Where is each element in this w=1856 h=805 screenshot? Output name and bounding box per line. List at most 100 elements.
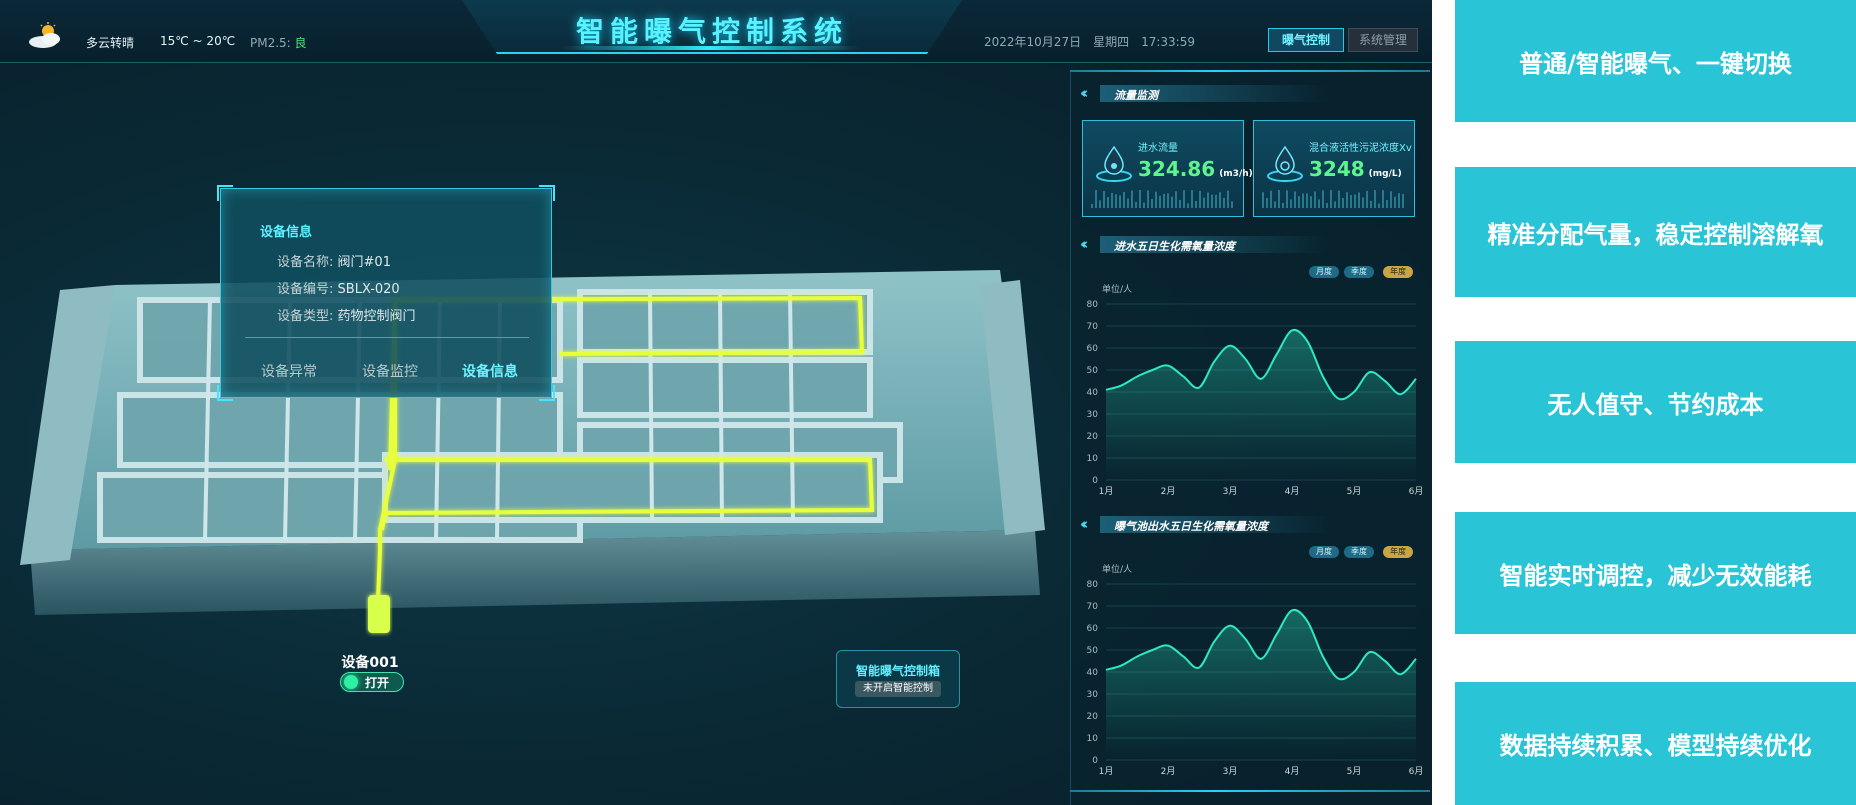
section-title: 曝气池出水五日生化需氧量浓度	[1114, 520, 1268, 533]
decor-bar	[1298, 196, 1300, 208]
control-box-status: 未开启智能控制	[855, 681, 941, 697]
feature-text: 无人值守、节约成本	[1547, 390, 1764, 419]
y-tick-label: 10	[1087, 734, 1099, 744]
x-tick-label: 2月	[1161, 766, 1176, 777]
tab-system-management[interactable]: 系统管理	[1348, 28, 1418, 52]
x-tick-label: 6月	[1409, 766, 1424, 777]
section-title: 流量监测	[1114, 89, 1158, 102]
decor-bar	[1227, 190, 1229, 208]
feature-card: 智能实时调控，减少无效能耗	[1455, 512, 1856, 634]
decor-bar	[1131, 190, 1133, 208]
decor-bar	[1135, 201, 1137, 208]
y-tick-label: 40	[1087, 668, 1099, 678]
decor-bar	[1330, 190, 1332, 208]
decor-bar	[1350, 194, 1352, 208]
tab-device-anomaly[interactable]: 设备异常	[261, 361, 317, 381]
decor-bar	[1322, 190, 1324, 208]
decor-bar	[1171, 196, 1173, 208]
decor-bar	[1163, 193, 1165, 208]
x-tick-label: 5月	[1347, 486, 1362, 497]
flow-value: 324.86 (m3/h)	[1138, 157, 1253, 181]
y-tick-label: 0	[1092, 756, 1098, 766]
decor-bar	[1195, 200, 1197, 208]
pm25-value: 良	[294, 36, 307, 50]
switch-label: 打开	[365, 676, 390, 690]
aeration-control-box[interactable]: 智能曝气控制箱 未开启智能控制	[836, 650, 960, 708]
popup-corner	[539, 185, 555, 201]
decor-bar	[1402, 193, 1404, 208]
decor-bar	[1362, 197, 1364, 208]
weather-text: 多云转晴	[86, 36, 135, 50]
device-switch-toggle[interactable]: 打开	[340, 672, 404, 692]
info-value: SBLX-020	[337, 282, 400, 297]
flow-label: 进水流量	[1138, 143, 1178, 154]
decor-bar	[1386, 199, 1388, 208]
decor-bar	[1310, 196, 1312, 208]
decor-bar	[1155, 191, 1157, 208]
decor-bar	[1143, 202, 1145, 208]
decor-bar	[1306, 193, 1308, 208]
info-value: 阀门#01	[337, 255, 391, 270]
decor-bar	[1147, 190, 1149, 208]
flow-label: 混合液活性污泥浓度Xv	[1309, 143, 1412, 154]
decor-bar	[1203, 197, 1205, 208]
decor-bar	[1274, 201, 1276, 208]
decor-bar	[1115, 194, 1117, 208]
decor-bar	[1107, 197, 1109, 208]
y-tick-label: 50	[1087, 646, 1099, 656]
info-label: 设备编号:	[277, 282, 334, 297]
decor-bar	[1334, 201, 1336, 208]
decor-bar	[1151, 198, 1153, 208]
y-tick-label: 10	[1087, 454, 1099, 464]
datetime: 2022年10月27日 星期四 17:33:59	[984, 35, 1195, 49]
x-tick-label: 4月	[1285, 486, 1300, 497]
decor-bar	[1358, 192, 1360, 208]
y-tick-label: 0	[1092, 476, 1098, 486]
y-tick-label: 50	[1087, 366, 1099, 376]
decor-bar	[1099, 200, 1101, 208]
page-title: 智能曝气控制系统	[575, 15, 848, 48]
x-tick-label: 1月	[1099, 766, 1114, 777]
flow-card-mlvss: 混合液活性污泥浓度Xv 3248 (mg/L)	[1253, 120, 1415, 217]
tab-device-info[interactable]: 设备信息	[462, 361, 518, 381]
temperature-text: 15℃ ~ 20℃	[160, 34, 236, 48]
x-tick-label: 6月	[1409, 486, 1424, 497]
decor-bar	[1266, 198, 1268, 208]
x-tick-label: 1月	[1099, 486, 1114, 497]
decor-bar	[1123, 191, 1125, 208]
popup-corner	[217, 185, 233, 201]
sludge-concentration-icon	[1267, 145, 1303, 182]
y-tick-label: 30	[1087, 690, 1099, 700]
decor-bar	[1294, 191, 1296, 208]
decor-bar	[1370, 200, 1372, 208]
section-title: 进水五日生化需氧量浓度	[1114, 240, 1235, 253]
y-axis-label: 单位/人	[1102, 563, 1132, 575]
flow-bars-decor	[1262, 190, 1404, 208]
tab-aeration-control[interactable]: 曝气控制	[1268, 28, 1344, 52]
decor-bar	[1199, 190, 1201, 208]
decor-bar	[1314, 191, 1316, 208]
decor-bar	[1394, 196, 1396, 208]
tab-device-monitor[interactable]: 设备监控	[362, 361, 418, 381]
feature-card: 普通/智能曝气、一键切换	[1455, 0, 1856, 122]
pm25-label: PM2.5: 良	[250, 34, 307, 51]
decor-bar	[1187, 203, 1189, 208]
dashboard: 智能曝气控制系统 多云转晴 15℃ ~ 20℃ PM2.5: 良 2022年10…	[0, 0, 1432, 805]
decor-bar	[1262, 192, 1264, 208]
decor-bar	[1179, 199, 1181, 208]
panel-bottom-line	[1070, 790, 1430, 792]
decor-bar	[1127, 198, 1129, 208]
y-tick-label: 60	[1087, 624, 1099, 634]
x-tick-label: 2月	[1161, 486, 1176, 497]
info-label: 设备名称:	[277, 255, 334, 270]
decor-bar	[1139, 190, 1141, 208]
series-area	[1106, 609, 1416, 760]
decor-bar	[1398, 193, 1400, 208]
x-tick-label: 3月	[1223, 766, 1238, 777]
feature-text: 普通/智能曝气、一键切换	[1519, 49, 1792, 78]
decor-bar	[1282, 202, 1284, 208]
decor-bar	[1354, 194, 1356, 208]
decor-bar	[1278, 190, 1280, 208]
section-effluent-bod: ‹‹ 曝气池出水五日生化需氧量浓度	[1078, 514, 1418, 534]
series-area	[1106, 329, 1416, 480]
